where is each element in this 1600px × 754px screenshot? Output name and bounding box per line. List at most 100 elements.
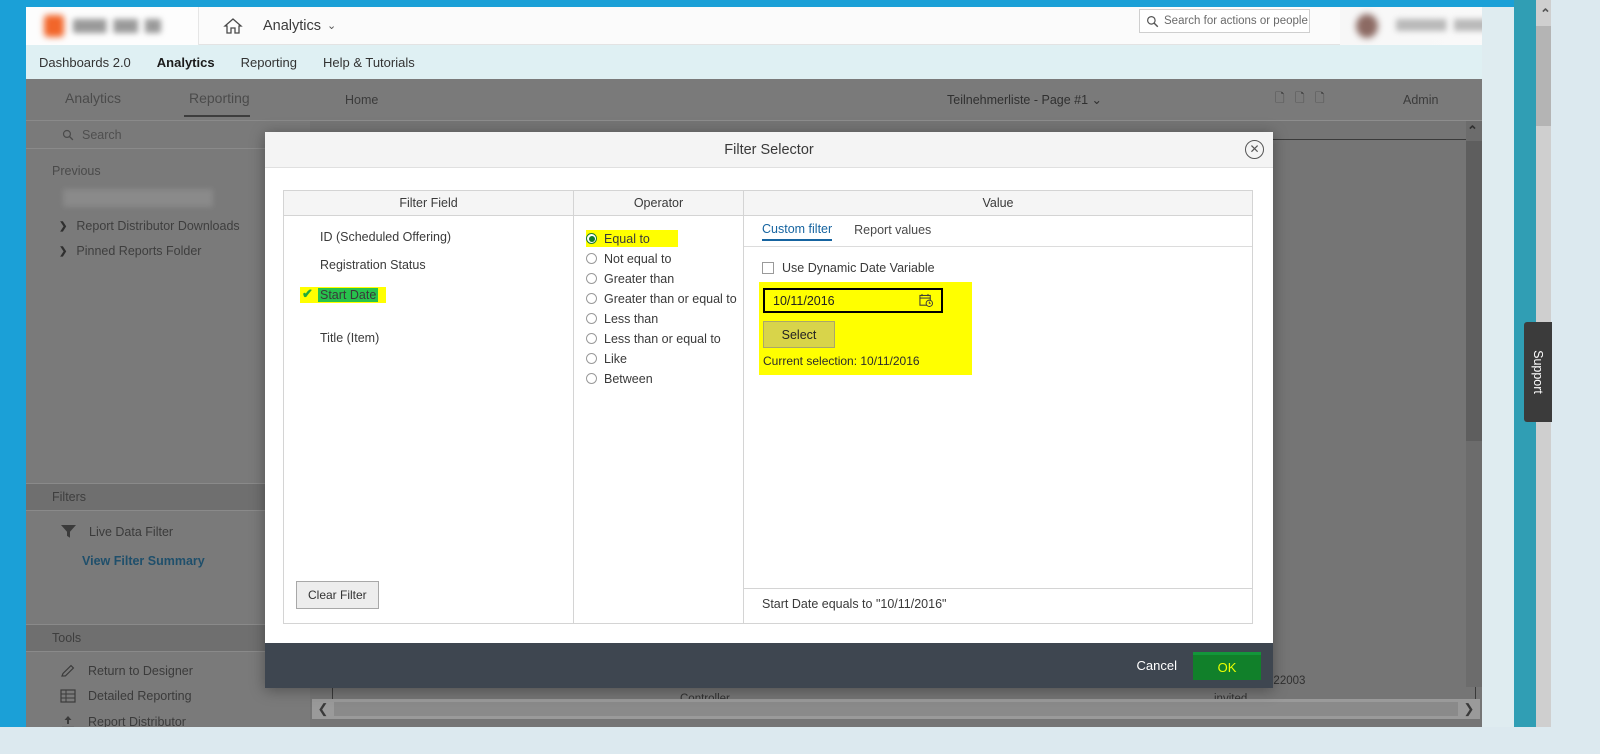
sidebar-item-label: Live Data Filter [89, 524, 174, 539]
support-tab-label: Support [1531, 350, 1545, 394]
nav-dashboards[interactable]: Dashboards 2.0 [26, 55, 144, 70]
global-search-input[interactable]: Search for actions or people [1139, 9, 1310, 33]
horizontal-scrollbar[interactable]: ❮ ❯ [312, 699, 1480, 719]
operator-label: Like [604, 351, 627, 366]
sidebar-item-report-distributor-downloads[interactable]: ❯ Report Distributor Downloads [59, 219, 299, 233]
dialog-title: Filter Selector [724, 141, 814, 158]
secondary-nav: Dashboards 2.0 Analytics Reporting Help … [26, 45, 1537, 79]
nav-analytics-menu[interactable]: Analytics ⌄ [263, 18, 336, 34]
upload-icon [62, 716, 74, 727]
date-input[interactable]: 10/11/2016 [763, 288, 943, 313]
filter-field-registration-status[interactable]: Registration Status [302, 258, 573, 272]
operator-column: Operator Equal to Not equal to Greater t… [574, 191, 744, 623]
report-toolbar: Home Teilnehmerliste - Page #1 ⌄ 🗋 🗋 🗋 A… [310, 79, 1482, 121]
logo-wordmark [73, 18, 161, 33]
sidebar-item-label: Detailed Reporting [88, 689, 192, 703]
sidebar-recent-item-blurred[interactable] [63, 189, 213, 207]
operator-equal-to[interactable]: Equal to [586, 230, 678, 247]
sidebar-item-label: Report Distributor Downloads [76, 219, 240, 233]
sidebar-link-view-filter-summary[interactable]: View Filter Summary [82, 554, 205, 568]
scroll-up-arrow-icon[interactable]: ⌃ [1467, 123, 1478, 139]
vertical-scrollbar[interactable]: ⌃ [1466, 121, 1482, 687]
filter-field-list: ID (Scheduled Offering) Registration Sta… [284, 216, 573, 623]
table-icon [60, 689, 76, 703]
sidebar-item-report-distributor[interactable]: Report Distributor [60, 715, 186, 727]
tab-report-values[interactable]: Report values [854, 223, 931, 240]
radio-icon[interactable] [586, 313, 597, 324]
current-selection-text: Current selection: 10/11/2016 [763, 354, 920, 368]
app-root: Analytics ⌄ Search for actions or people… [0, 0, 1600, 754]
operator-like[interactable]: Like [586, 350, 743, 367]
checkbox-icon[interactable] [762, 262, 774, 274]
left-blue-edge [0, 0, 26, 754]
select-button[interactable]: Select [763, 321, 835, 348]
sidebar-tabs: Analytics Reporting [26, 79, 310, 121]
radio-icon[interactable] [586, 293, 597, 304]
radio-icon[interactable] [586, 353, 597, 364]
scroll-right-arrow-icon[interactable]: ❯ [1458, 701, 1480, 717]
radio-icon[interactable] [586, 333, 597, 344]
use-dynamic-date-variable-row[interactable]: Use Dynamic Date Variable [762, 261, 1252, 275]
scrollbar-thumb[interactable] [334, 702, 1458, 716]
sidebar-tree: ❯ Report Distributor Downloads ❯ Pinned … [59, 219, 299, 269]
sidebar-item-pinned-reports-folder[interactable]: ❯ Pinned Reports Folder [59, 244, 299, 258]
value-tabs: Custom filter Report values [744, 216, 1252, 247]
calendar-clock-icon [919, 293, 933, 307]
operator-label: Less than or equal to [604, 331, 721, 346]
date-input-value: 10/11/2016 [773, 293, 835, 308]
radio-icon[interactable] [586, 273, 597, 284]
operator-greater-than[interactable]: Greater than [586, 270, 743, 287]
export-pdf-icon[interactable]: 🗋 [1275, 89, 1285, 110]
export-word-icon[interactable]: 🗋 [1295, 89, 1305, 110]
filter-summary: Start Date equals to "10/11/2016" [744, 588, 1252, 619]
operator-not-equal-to[interactable]: Not equal to [586, 250, 743, 267]
ok-button[interactable]: OK [1193, 651, 1261, 680]
nav-analytics[interactable]: Analytics [144, 55, 228, 70]
column-header-value: Value [744, 191, 1252, 216]
tab-custom-filter[interactable]: Custom filter [762, 222, 833, 241]
sidebar-item-live-data-filter[interactable]: Live Data Filter [60, 524, 173, 539]
company-logo[interactable] [26, 6, 199, 45]
radio-icon[interactable] [586, 373, 597, 384]
scrollbar-thumb[interactable] [1536, 26, 1551, 126]
radio-icon[interactable] [586, 253, 597, 264]
sidebar-search-placeholder: Search [82, 127, 122, 142]
operator-less-than-or-equal-to[interactable]: Less than or equal to [586, 330, 743, 347]
nav-analytics-label: Analytics [263, 17, 322, 34]
filter-field-title-item[interactable]: Title (Item) [302, 331, 573, 345]
chevron-right-icon: ❯ [59, 220, 68, 232]
chevron-right-icon: ❯ [59, 245, 68, 257]
page-title-text: Teilnehmerliste - Page #1 [947, 93, 1089, 107]
radio-icon[interactable] [586, 233, 597, 244]
filter-grid: Filter Field ID (Scheduled Offering) Reg… [283, 190, 1253, 624]
breadcrumb-home[interactable]: Home [345, 93, 378, 107]
operator-greater-than-or-equal-to[interactable]: Greater than or equal to [586, 290, 743, 307]
page-title[interactable]: Teilnehmerliste - Page #1 ⌄ [947, 92, 1102, 107]
sidebar-tab-reporting[interactable]: Reporting [184, 90, 250, 117]
sidebar-item-return-to-designer[interactable]: Return to Designer [60, 663, 193, 679]
admin-menu[interactable]: Admin [1403, 93, 1438, 107]
export-excel-icon[interactable]: 🗋 [1315, 89, 1325, 110]
nav-help-tutorials[interactable]: Help & Tutorials [310, 55, 428, 70]
column-header-operator: Operator [574, 191, 743, 216]
cancel-button[interactable]: Cancel [1121, 652, 1193, 679]
operator-between[interactable]: Between [586, 370, 743, 387]
dialog-body: Filter Field ID (Scheduled Offering) Reg… [265, 168, 1273, 654]
support-tab[interactable]: Support [1524, 322, 1552, 422]
filter-field-id-scheduled-offering[interactable]: ID (Scheduled Offering) [302, 230, 573, 244]
scrollbar-thumb[interactable] [1466, 141, 1482, 441]
filter-selector-dialog: Filter Selector ✕ Filter Field ID (Sched… [265, 132, 1273, 688]
sidebar-tab-analytics[interactable]: Analytics [65, 90, 121, 106]
scroll-left-arrow-icon[interactable]: ❮ [312, 701, 334, 717]
clear-filter-button[interactable]: Clear Filter [296, 581, 379, 609]
close-icon[interactable]: ✕ [1245, 140, 1264, 159]
scroll-up-arrow-icon[interactable]: ⌃ [1540, 6, 1551, 22]
filter-field-start-date[interactable]: ✔ Start Date [300, 286, 387, 303]
nav-reporting[interactable]: Reporting [228, 55, 310, 70]
pencil-icon [61, 664, 75, 677]
sidebar-item-detailed-reporting[interactable]: Detailed Reporting [60, 689, 192, 703]
operator-less-than[interactable]: Less than [586, 310, 743, 327]
home-icon[interactable] [222, 15, 244, 37]
sidebar-item-label: Return to Designer [88, 664, 193, 678]
funnel-icon [61, 524, 76, 538]
